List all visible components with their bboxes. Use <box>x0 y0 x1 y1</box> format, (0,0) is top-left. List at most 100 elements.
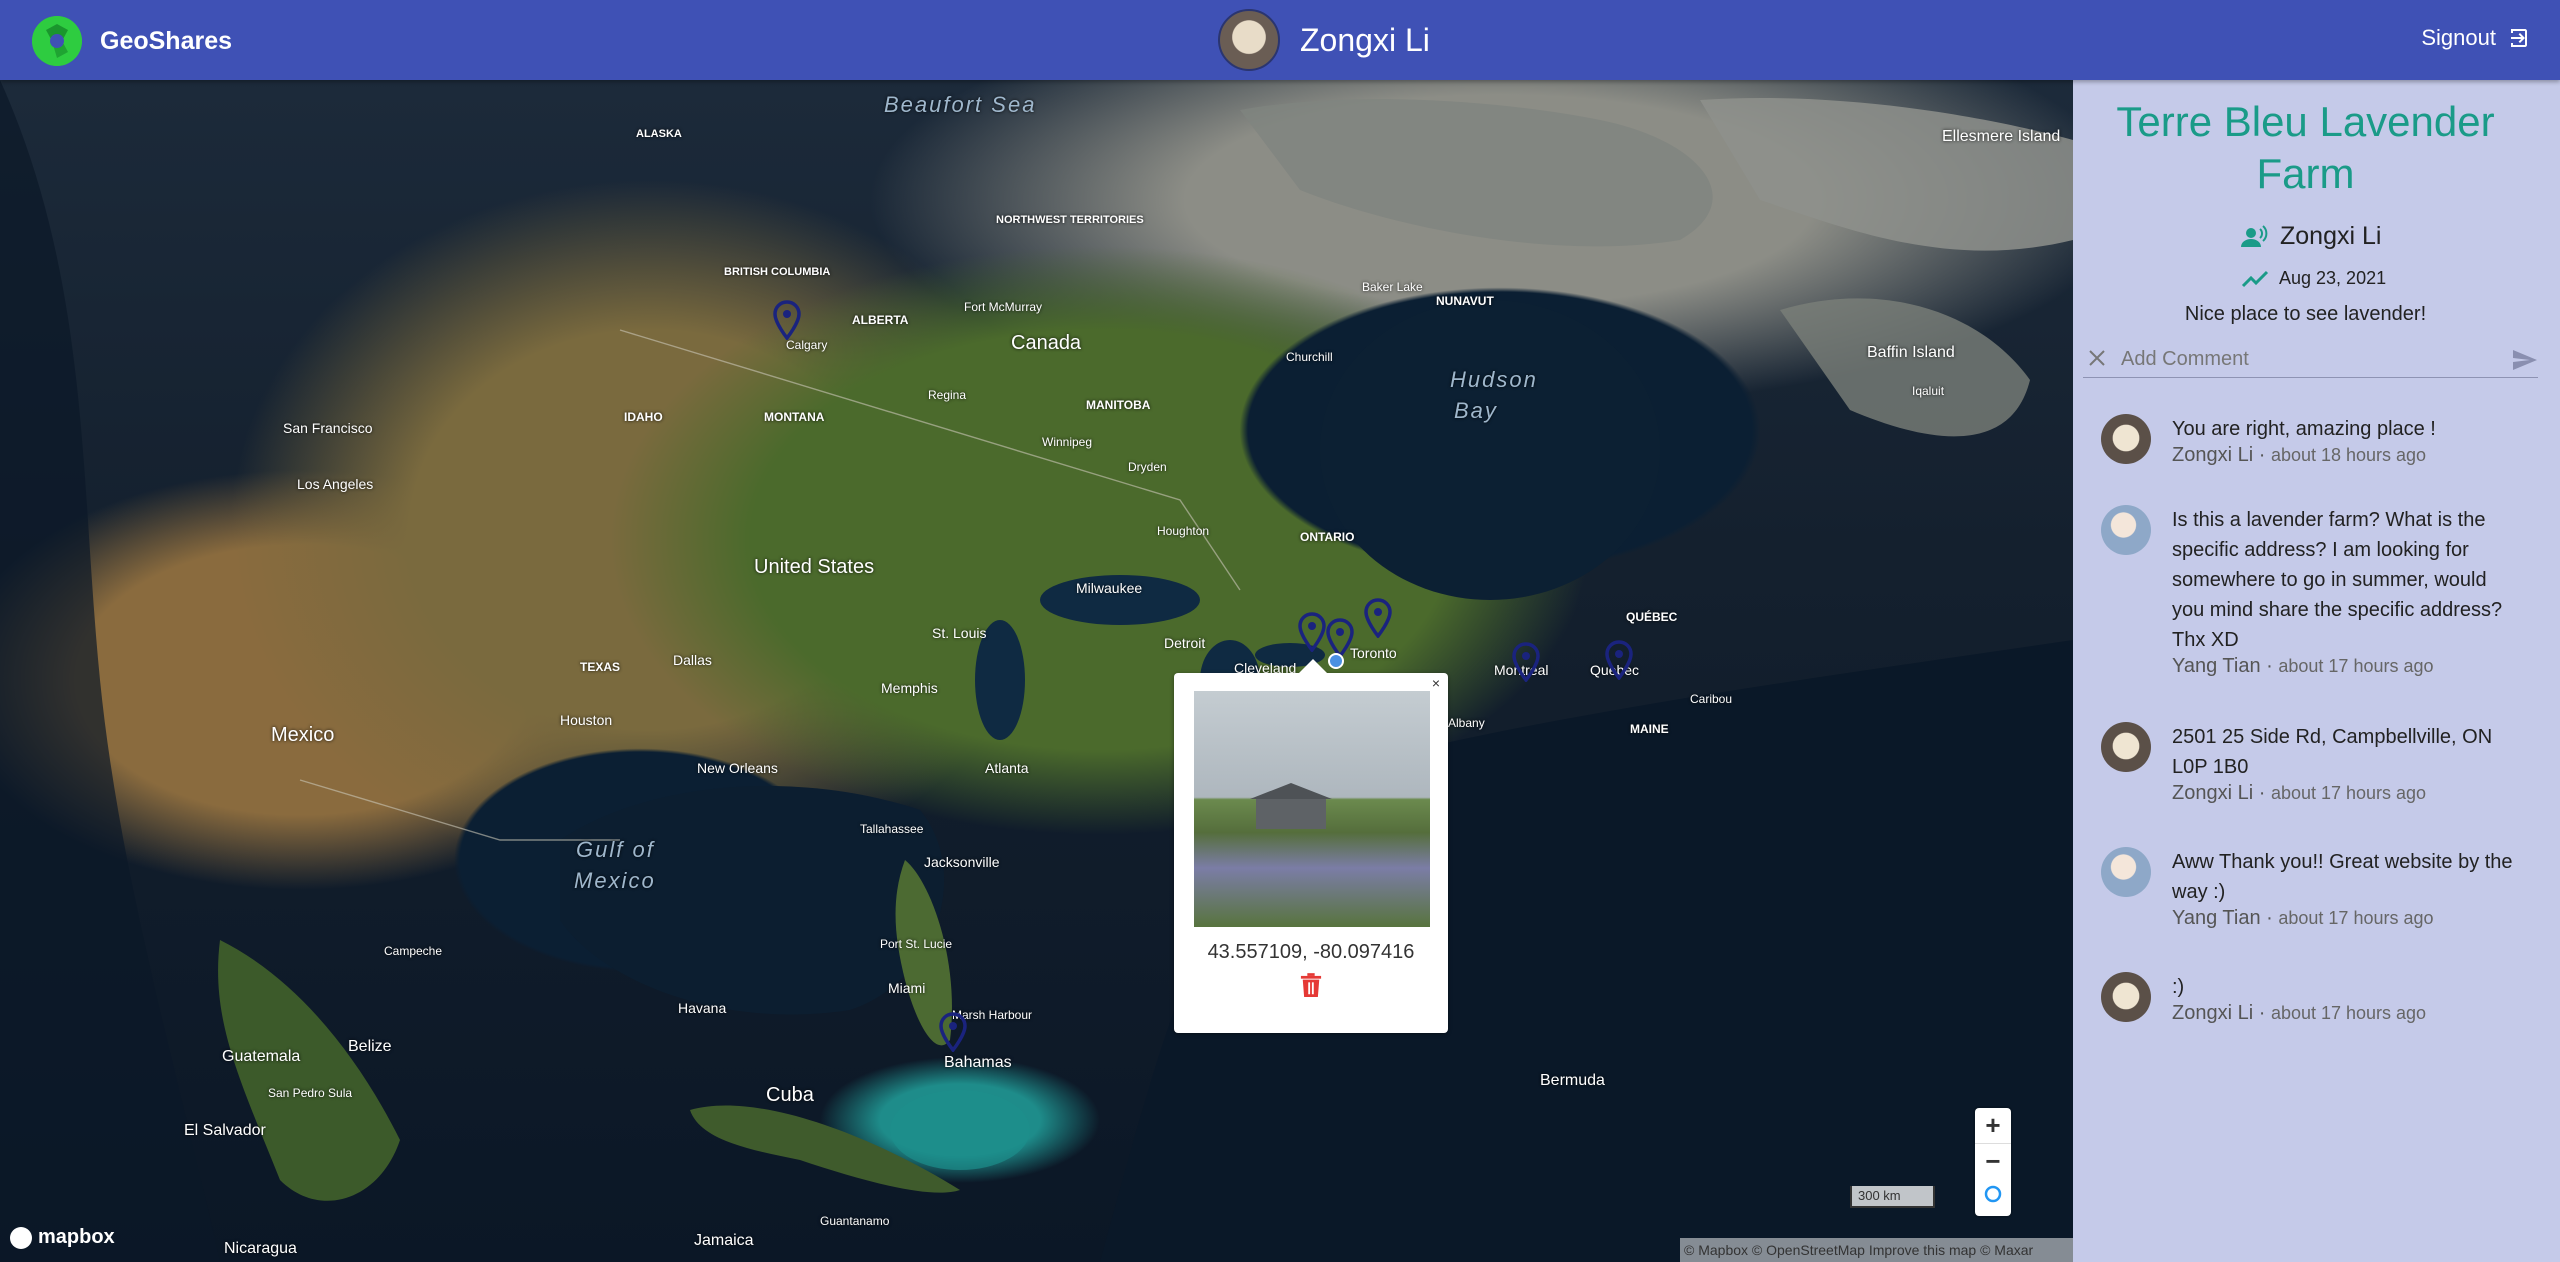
map-canvas[interactable]: Beaufort Sea Canada United States Mexico… <box>0 80 2073 1262</box>
comment-time: about 17 hours ago <box>2278 656 2434 676</box>
map-pin-icon[interactable] <box>1363 598 1393 639</box>
comment-text: Is this a lavender farm? What is the spe… <box>2172 509 2503 651</box>
map-label: Hudson <box>1450 367 1538 392</box>
map-label: Tallahassee <box>860 822 924 836</box>
comment-form <box>2083 342 2538 378</box>
map-label: Nicaragua <box>224 1240 297 1257</box>
brand[interactable]: GeoShares <box>32 16 232 66</box>
map-label: MONTANA <box>764 410 825 424</box>
current-user: Zongxi Li <box>1218 9 1430 71</box>
zoom-in-button[interactable]: + <box>1975 1108 2011 1144</box>
map-label: Iqaluit <box>1912 384 1945 398</box>
map-label: NORTHWEST TERRITORIES <box>996 214 1144 226</box>
map-pin-icon[interactable] <box>1297 612 1327 653</box>
map-label: Havana <box>678 1000 727 1016</box>
map-label: Guatemala <box>222 1048 301 1065</box>
avatar <box>2101 847 2151 897</box>
top-app-bar: GeoShares Zongxi Li Signout <box>0 0 2560 80</box>
map-label: Mexico <box>271 724 335 746</box>
map-label: TEXAS <box>580 660 621 674</box>
avatar <box>2101 972 2151 1022</box>
post-description: Nice place to see lavender! <box>2184 303 2427 325</box>
map-label: Cuba <box>766 1084 814 1106</box>
map-label: Milwaukee <box>1076 580 1143 596</box>
comment-meta: Zongxi Li · about 18 hours ago <box>2172 444 2427 466</box>
map-label: New Orleans <box>697 760 778 776</box>
map-label: Ellesmere Island <box>1942 128 2061 145</box>
map-label: Los Angeles <box>297 476 374 492</box>
map-label: Bay <box>1454 398 1498 423</box>
map-pin-icon[interactable] <box>1604 640 1634 681</box>
map-pin-icon[interactable] <box>938 1012 968 1053</box>
selected-location-dot[interactable] <box>1328 653 1344 669</box>
map-label: Gulf of <box>576 837 655 862</box>
mapbox-logo[interactable]: mapbox <box>10 1226 115 1249</box>
map-label: El Salvador <box>184 1122 266 1139</box>
map-label: Caribou <box>1690 692 1733 706</box>
avatar <box>1218 9 1280 71</box>
location-popup: × 43.557109, -80.097416 <box>1174 659 1448 1033</box>
post-date: Aug 23, 2021 <box>2279 268 2387 288</box>
avatar <box>2101 414 2151 464</box>
map-label: QUÉBEC <box>1626 610 1678 624</box>
map-label: Jacksonville <box>924 854 1000 870</box>
geolocate-button[interactable] <box>1975 1176 2011 1212</box>
comment-time: about 17 hours ago <box>2270 1003 2427 1023</box>
map-label: Houghton <box>1157 524 1210 538</box>
comment-time: about 17 hours ago <box>2270 783 2427 803</box>
comment-meta: Zongxi Li · about 17 hours ago <box>2172 782 2427 804</box>
close-icon[interactable] <box>2087 348 2107 368</box>
signout-button[interactable]: Signout <box>2421 25 2530 51</box>
map-label: MANITOBA <box>1086 398 1151 412</box>
map-attribution[interactable]: © Mapbox © OpenStreetMap Improve this ma… <box>1680 1238 2073 1262</box>
map-label: Albany <box>1448 716 1485 730</box>
zoom-out-button[interactable]: − <box>1975 1144 2011 1180</box>
mapbox-wordmark: mapbox <box>38 1226 115 1248</box>
trending-icon <box>2241 270 2269 287</box>
comment-text: Aww Thank you!! Great website by the way… <box>2172 851 2513 903</box>
map-label: ALASKA <box>636 128 682 140</box>
map-label: MAINE <box>1630 722 1669 736</box>
map-label: Dallas <box>673 652 712 668</box>
post-author: Zongxi Li <box>2280 222 2382 250</box>
map-label: United States <box>754 556 875 578</box>
map-label: Fort McMurray <box>964 300 1042 314</box>
signout-label: Signout <box>2421 25 2496 50</box>
popup-close-button[interactable]: × <box>1432 675 1440 691</box>
comment-text: :) <box>2172 976 2185 998</box>
barn-image-detail <box>1250 783 1332 829</box>
mapbox-logo-icon <box>10 1226 32 1249</box>
map-label: Regina <box>928 388 967 402</box>
map-label: Mexico <box>574 868 656 893</box>
author-row: Zongxi Li <box>2240 222 2381 251</box>
avatar <box>2101 722 2151 772</box>
comment-author: Yang Tian <box>2172 907 2261 929</box>
comment-meta: Yang Tian · about 17 hours ago <box>2172 655 2434 677</box>
signout-icon <box>2511 29 2527 47</box>
avatar <box>2101 505 2151 555</box>
aperture-logo-icon <box>32 16 82 66</box>
map-label: San Pedro Sula <box>268 1086 353 1100</box>
comment-input[interactable] <box>2121 344 2491 374</box>
comment-meta: Yang Tian · about 17 hours ago <box>2172 907 2434 929</box>
map-label: BRITISH COLUMBIA <box>724 266 831 278</box>
trash-icon[interactable] <box>1300 973 1322 999</box>
comment-text: You are right, amazing place ! <box>2172 418 2436 440</box>
map-label: Jamaica <box>694 1232 754 1249</box>
map-label: Detroit <box>1164 635 1206 651</box>
map-label: IDAHO <box>624 410 663 424</box>
map-label: St. Louis <box>932 625 987 641</box>
user-name: Zongxi Li <box>1300 21 1430 58</box>
send-icon[interactable] <box>2512 348 2538 372</box>
map-pin-icon[interactable] <box>1511 642 1541 683</box>
map-label: Calgary <box>786 338 828 352</box>
geolocate-icon <box>1984 1185 2002 1203</box>
map-label: San Francisco <box>283 420 373 436</box>
map-pin-icon[interactable] <box>772 300 802 341</box>
map-label: Belize <box>348 1038 392 1055</box>
comment-text: 2501 25 Side Rd, Campbellville, ON L0P 1… <box>2172 726 2493 778</box>
location-photo[interactable] <box>1194 691 1430 927</box>
map-pin-icon[interactable] <box>1325 618 1355 659</box>
map-terrain <box>0 80 2073 1262</box>
map-label: Bermuda <box>1540 1072 1605 1089</box>
